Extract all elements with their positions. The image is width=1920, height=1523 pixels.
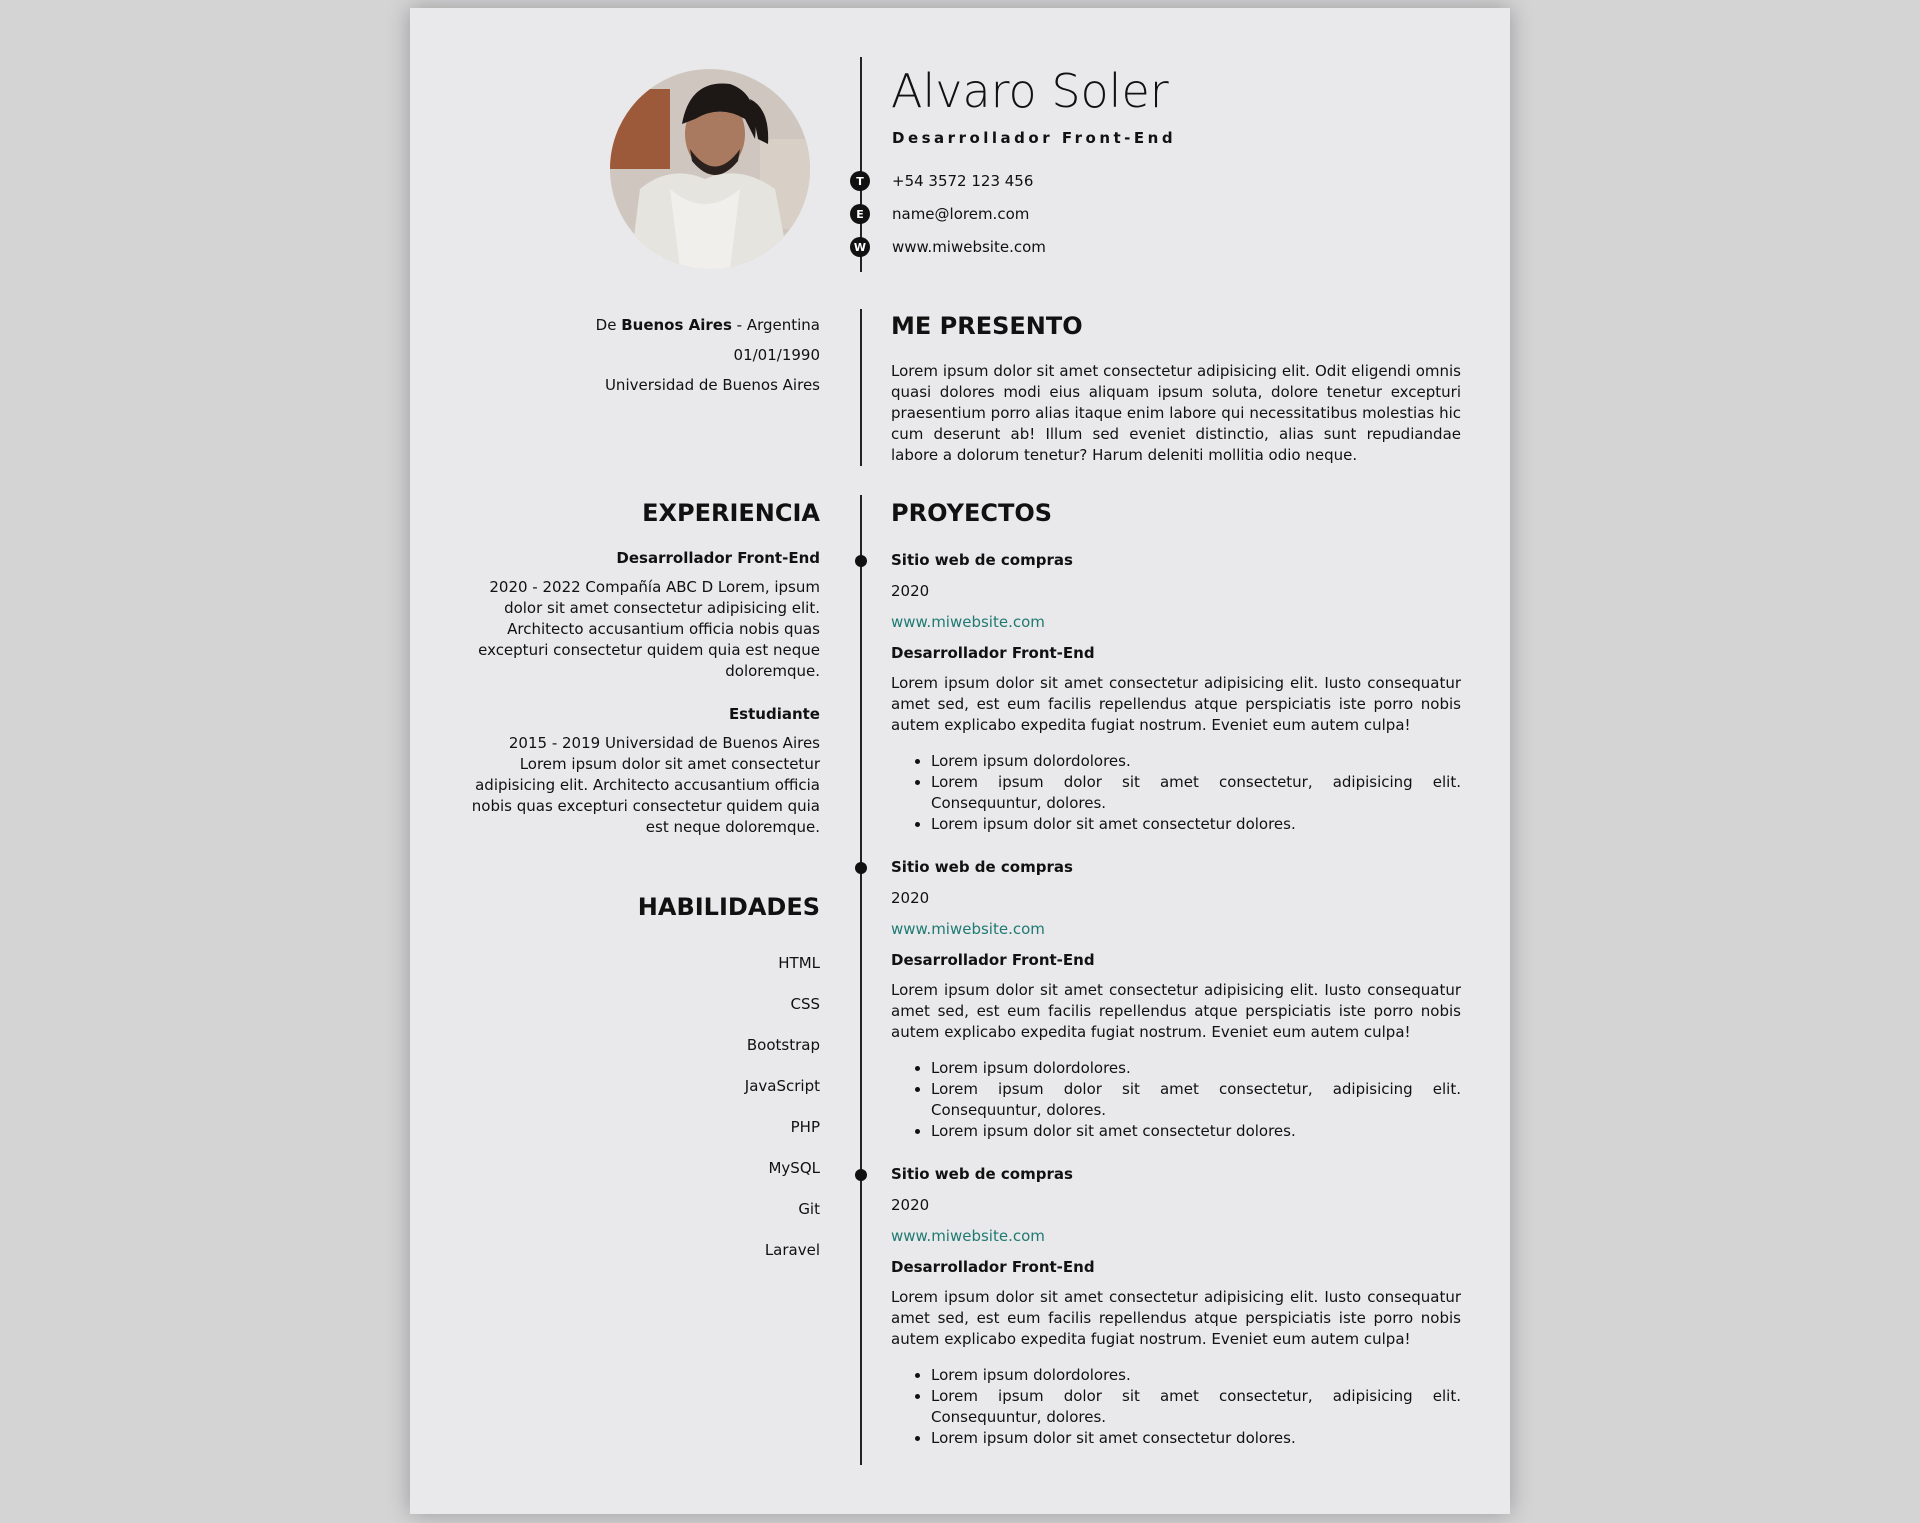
project-bullets: Lorem ipsum dolordolores. Lorem ipsum do…: [891, 751, 1461, 835]
about-title: ME PRESENTO: [891, 312, 1083, 340]
timeline-dot: [855, 862, 867, 874]
contact-email: E name@lorem.com: [850, 202, 1029, 226]
project-bullets: Lorem ipsum dolordolores. Lorem ipsum do…: [891, 1058, 1461, 1142]
project-description: Lorem ipsum dolor sit amet consectetur a…: [891, 1288, 1461, 1348]
project-role: Desarrollador Front-End: [891, 644, 1095, 662]
project-year: 2020: [891, 889, 930, 907]
project-link[interactable]: www.miwebsite.com: [891, 918, 1461, 949]
contact-website-text: www.miwebsite.com: [892, 238, 1046, 256]
project-bullet: Lorem ipsum dolor sit amet consectetur d…: [931, 814, 1461, 835]
university: Universidad de Buenos Aires: [604, 376, 820, 394]
project-link[interactable]: www.miwebsite.com: [891, 611, 1461, 642]
phone-icon: T: [850, 171, 870, 191]
skill-item: Git: [798, 1200, 820, 1218]
contact-email-text: name@lorem.com: [892, 205, 1030, 223]
skill-item: CSS: [790, 995, 820, 1013]
project-bullet: Lorem ipsum dolordolores.: [931, 751, 1461, 772]
skill-item: Laravel: [764, 1241, 820, 1259]
project-description: Lorem ipsum dolor sit amet consectetur a…: [891, 981, 1461, 1041]
project-entry: Sitio web de compras 2020 www.miwebsite.…: [891, 856, 1461, 1142]
about-divider: [860, 309, 862, 466]
skill-item: MySQL: [768, 1159, 820, 1177]
origin-city: Buenos Aires: [621, 316, 732, 334]
origin-prefix: De: [595, 316, 622, 334]
timeline-dot: [855, 555, 867, 567]
email-icon: E: [850, 204, 870, 224]
contact-phone-text: +54 3572 123 456: [892, 172, 1034, 190]
birthdate: 01/01/1990: [733, 346, 820, 364]
project-bullet: Lorem ipsum dolor sit amet consectetur d…: [931, 1121, 1461, 1142]
experience-role: Desarrollador Front-End: [616, 549, 820, 567]
profile-photo: [610, 69, 810, 269]
project-year: 2020: [891, 1196, 930, 1214]
experience-entry: Estudiante 2015 - 2019 Universidad de Bu…: [470, 705, 820, 838]
project-title: Sitio web de compras: [891, 1165, 1073, 1183]
project-bullet: Lorem ipsum dolordolores.: [931, 1365, 1461, 1386]
timeline-dot: [855, 1169, 867, 1181]
project-description: Lorem ipsum dolor sit amet consectetur a…: [891, 674, 1461, 734]
project-bullet: Lorem ipsum dolor sit amet consectetur, …: [931, 1079, 1461, 1121]
origin-suffix: - Argentina: [731, 316, 820, 334]
project-bullet: Lorem ipsum dolor sit amet consectetur, …: [931, 1386, 1461, 1428]
projects-title: PROYECTOS: [891, 499, 1053, 527]
project-title: Sitio web de compras: [891, 858, 1073, 876]
project-bullet: Lorem ipsum dolor sit amet consectetur d…: [931, 1428, 1461, 1449]
project-bullets: Lorem ipsum dolordolores. Lorem ipsum do…: [891, 1365, 1461, 1449]
project-bullet: Lorem ipsum dolor sit amet consectetur, …: [931, 772, 1461, 814]
candidate-name: Alvaro Soler: [891, 64, 1169, 118]
skill-item: PHP: [790, 1118, 820, 1136]
timeline-divider: [860, 495, 862, 1465]
project-link[interactable]: www.miwebsite.com: [891, 1225, 1461, 1256]
personal-info: De Buenos Aires - Argentina 01/01/1990 U…: [470, 310, 820, 400]
project-year: 2020: [891, 582, 930, 600]
project-role: Desarrollador Front-End: [891, 951, 1095, 969]
experience-entry: Desarrollador Front-End 2020 - 2022 Comp…: [470, 549, 820, 682]
skills-title: HABILIDADES: [637, 893, 820, 921]
experience-title: EXPERIENCIA: [642, 499, 820, 527]
origin-line: De Buenos Aires - Argentina: [470, 310, 820, 340]
project-entry: Sitio web de compras 2020 www.miwebsite.…: [891, 549, 1461, 835]
project-title: Sitio web de compras: [891, 551, 1073, 569]
contact-phone: T +54 3572 123 456: [850, 169, 1033, 193]
experience-text: 2020 - 2022 Compañía ABC D Lorem, ipsum …: [478, 578, 820, 680]
skill-item: HTML: [778, 954, 820, 972]
project-entry: Sitio web de compras 2020 www.miwebsite.…: [891, 1163, 1461, 1449]
experience-text: 2015 - 2019 Universidad de Buenos Aires …: [471, 734, 820, 836]
experience-role: Estudiante: [728, 705, 820, 723]
about-text: Lorem ipsum dolor sit amet consectetur a…: [891, 362, 1461, 464]
skill-item: JavaScript: [744, 1077, 820, 1095]
skills-list: HTML CSS Bootstrap JavaScript PHP MySQL …: [470, 943, 820, 1271]
project-bullet: Lorem ipsum dolordolores.: [931, 1058, 1461, 1079]
web-icon: W: [850, 237, 870, 257]
resume-page: Alvaro Soler Desarrollador Front-End T +…: [410, 8, 1510, 1514]
contact-website: W www.miwebsite.com: [850, 235, 1046, 259]
skill-item: Bootstrap: [746, 1036, 820, 1054]
candidate-role: Desarrollador Front-End: [892, 129, 1177, 147]
project-role: Desarrollador Front-End: [891, 1258, 1095, 1276]
